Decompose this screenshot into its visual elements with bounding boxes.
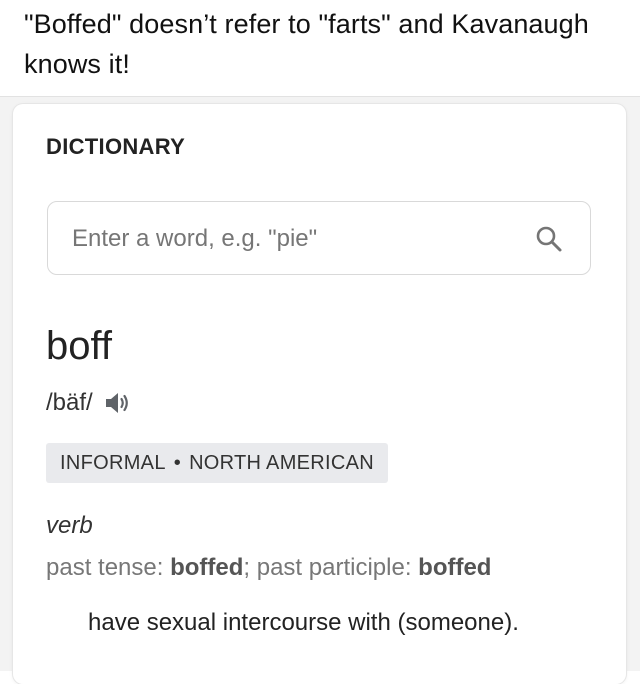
past-tense-label: past tense: xyxy=(46,554,171,581)
search-box[interactable] xyxy=(47,201,591,275)
speaker-icon[interactable] xyxy=(103,389,133,417)
part-of-speech: verb xyxy=(46,512,93,539)
card-heading: DICTIONARY xyxy=(46,134,186,159)
search-icon[interactable] xyxy=(534,224,564,254)
pronunciation-row: /bäf/ xyxy=(46,388,133,418)
past-participle-value: boffed xyxy=(418,554,492,581)
entry-word: boff xyxy=(46,324,112,368)
past-tense-value: boffed xyxy=(170,554,244,581)
usage-label-badge: INFORMAL • NORTH AMERICAN xyxy=(46,443,389,483)
label-region: NORTH AMERICAN xyxy=(189,451,375,474)
inflection-separator: ; xyxy=(243,554,257,581)
past-participle-label: past participle: xyxy=(256,554,419,581)
pronunciation: /bäf/ xyxy=(46,389,93,416)
label-informal: INFORMAL xyxy=(60,451,166,474)
definition: have sexual intercourse with (someone). xyxy=(88,609,519,636)
dictionary-card: DICTIONARY boff /bäf/ INFORMAL • NORTH A… xyxy=(13,104,626,684)
post-text: "Boffed" doesn’t refer to "farts" and Ka… xyxy=(24,9,589,79)
search-input[interactable] xyxy=(72,220,502,258)
inflections: past tense: boffed; past participle: bof… xyxy=(46,554,491,582)
label-separator: • xyxy=(173,451,182,474)
